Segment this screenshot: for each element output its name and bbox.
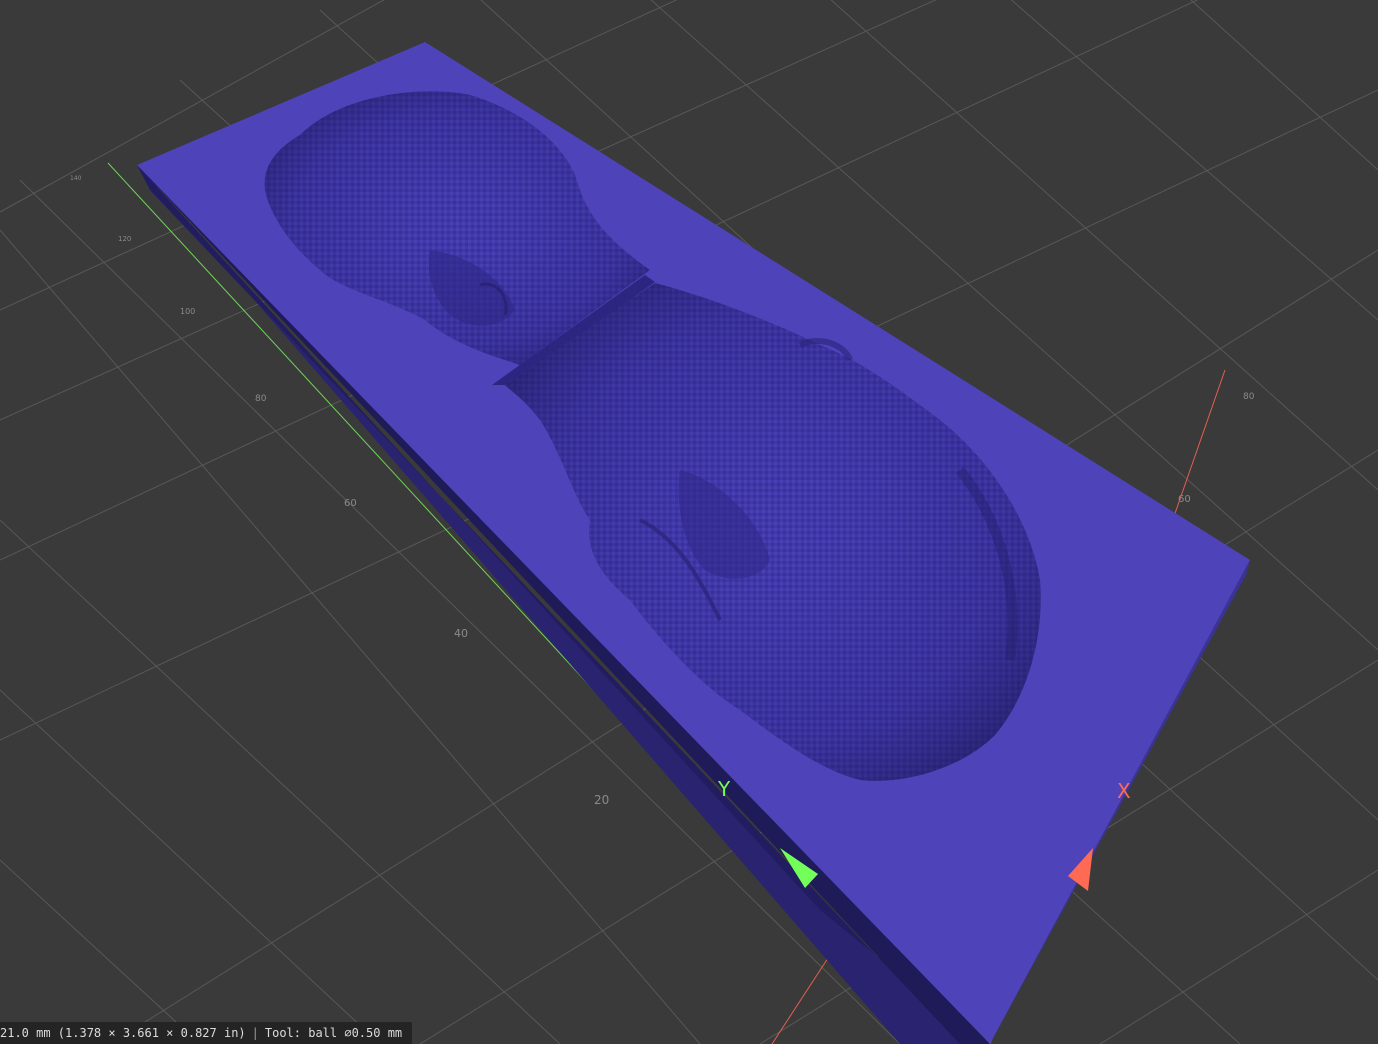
tool-readout: Tool: ball ⌀0.50 mm (264, 1026, 403, 1040)
tick-label: 120 (118, 235, 131, 243)
tick-label: 80 (255, 394, 267, 404)
dimensions-readout: 21.0 mm (1.378 × 3.661 × 0.827 in) (0, 1026, 246, 1040)
tick-label: 20 (594, 793, 609, 807)
tick-label: 60 (1178, 494, 1191, 505)
x-axis-line-lower (771, 954, 831, 1044)
x-axis-label: X (1117, 779, 1131, 803)
tick-label: 80 (1243, 392, 1255, 402)
scene-canvas[interactable]: 0 20 40 60 80 100 120 140 60 80 (0, 0, 1378, 1044)
status-separator: | (251, 1026, 259, 1040)
tick-label: 40 (454, 627, 468, 640)
3d-viewport[interactable]: 0 20 40 60 80 100 120 140 60 80 (0, 0, 1378, 1044)
status-bar: 21.0 mm (1.378 × 3.661 × 0.827 in) | Tool:… (0, 1022, 413, 1044)
tick-label: 100 (180, 307, 195, 316)
tick-label: 140 (70, 175, 82, 182)
tick-label: 60 (344, 498, 357, 509)
y-axis-label: Y (717, 777, 731, 801)
